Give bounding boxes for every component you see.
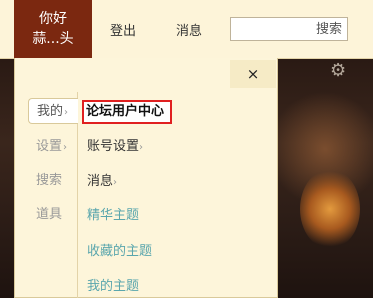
menu-item-messages[interactable]: 消息› [87,173,117,192]
side-item-settings[interactable]: 设置› [28,134,76,160]
chevron-right-icon: › [63,142,68,153]
top-bar: 你好 蒜...头 登出 消息 [0,0,373,59]
menu-item-my-threads[interactable]: 我的主题 [87,278,139,296]
chevron-right-icon: › [64,107,69,118]
close-icon[interactable]: × [230,60,276,88]
side-item-label: 道具 [36,207,63,222]
logout-link[interactable]: 登出 [110,20,136,39]
search-box[interactable] [230,17,348,41]
menu-item-label: 论坛用户中心 [86,104,165,119]
user-name: 蒜...头 [32,31,74,47]
menu-item-label: 账号设置 [87,139,140,154]
search-input[interactable] [236,19,342,40]
menu-item-favorite-threads[interactable]: 收藏的主题 [87,243,152,261]
user-menu-tab[interactable]: 你好 蒜...头 [14,0,92,58]
chevron-right-icon: › [113,177,118,188]
user-greeting: 你好 [39,11,67,27]
side-item-label: 搜索 [36,173,63,188]
chevron-right-icon: › [139,142,144,153]
menu-item-user-center[interactable]: 论坛用户中心 [82,100,173,124]
side-item-label: 我的 [37,104,64,119]
side-item-search[interactable]: 搜索 [28,168,76,194]
menu-item-account-settings[interactable]: 账号设置› [87,138,143,157]
side-item-props[interactable]: 道具 [28,202,76,228]
menu-item-featured-threads[interactable]: 精华主题 [87,207,139,225]
messages-link[interactable]: 消息 [176,20,202,39]
gear-icon[interactable]: ⚙ [330,62,348,80]
menu-item-label: 消息 [87,174,114,189]
side-item-label: 设置 [36,139,63,154]
side-item-mine[interactable]: 我的› [28,98,78,124]
banner-glow [300,169,360,249]
